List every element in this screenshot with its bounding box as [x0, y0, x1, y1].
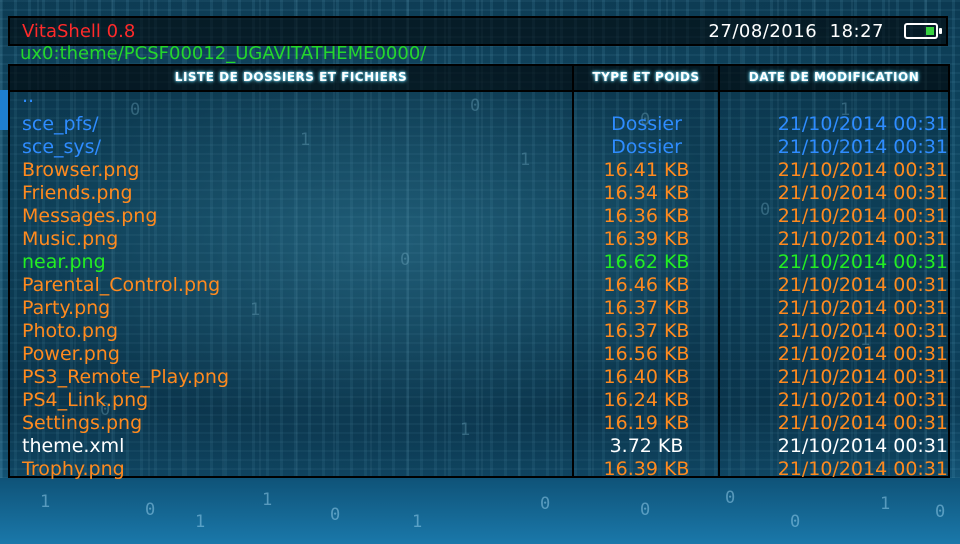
file-name: Settings.png: [22, 412, 143, 434]
file-name: PS3_Remote_Play.png: [22, 366, 230, 388]
parent-directory-entry[interactable]: ..: [10, 85, 948, 113]
file-type-size: 16.40 KB: [603, 366, 690, 388]
file-modified-date: 21/10/2014 00:31: [777, 182, 948, 204]
file-browser-panel: LISTE DE DOSSIERS ET FICHIERS TYPE ET PO…: [8, 64, 950, 481]
file-row[interactable]: near.png 16.62 KB 21/10/2014 00:31: [10, 251, 948, 274]
file-type-size: 16.39 KB: [603, 458, 690, 480]
file-modified-date: 21/10/2014 00:31: [777, 159, 948, 181]
file-row[interactable]: Trophy.png 16.39 KB 21/10/2014 00:31: [10, 458, 948, 481]
file-type-size: 16.37 KB: [603, 320, 690, 342]
file-modified-date: 21/10/2014 00:31: [777, 251, 948, 273]
column-header-date[interactable]: DATE DE MODIFICATION: [720, 70, 948, 84]
file-modified-date: 21/10/2014 00:31: [777, 297, 948, 319]
folder-row[interactable]: sce_sys/Dossier 21/10/2014 00:31: [10, 136, 948, 159]
file-type-size: 16.46 KB: [603, 274, 690, 296]
file-name: Power.png: [22, 343, 120, 365]
app-title: VitaShell 0.8: [22, 21, 136, 42]
status-bar: VitaShell 0.8 27/08/2016 18:27: [8, 16, 948, 46]
file-name: Music.png: [22, 228, 119, 250]
file-name: Browser.png: [22, 159, 140, 181]
date-label: 27/08/2016: [708, 21, 818, 42]
column-header-type[interactable]: TYPE ET POIDS: [574, 70, 718, 84]
file-modified-date: 21/10/2014 00:31: [777, 320, 948, 342]
file-type-size: 16.37 KB: [603, 297, 690, 319]
file-name: sce_sys/: [22, 136, 101, 158]
column-header-name[interactable]: LISTE DE DOSSIERS ET FICHIERS: [10, 70, 572, 84]
file-row[interactable]: Music.png 16.39 KB 21/10/2014 00:31: [10, 228, 948, 251]
folder-row[interactable]: sce_pfs/Dossier 21/10/2014 00:31: [10, 113, 948, 136]
file-modified-date: 21/10/2014 00:31: [777, 228, 948, 250]
file-type-size: 16.24 KB: [603, 389, 690, 411]
file-modified-date: 21/10/2014 00:31: [777, 343, 948, 365]
file-row[interactable]: Photo.png 16.37 KB 21/10/2014 00:31: [10, 320, 948, 343]
file-type-size: Dossier: [611, 113, 682, 135]
file-row[interactable]: PS4_Link.png 16.24 KB 21/10/2014 00:31: [10, 389, 948, 412]
file-row[interactable]: Friends.png 16.34 KB 21/10/2014 00:31: [10, 182, 948, 205]
file-modified-date: 21/10/2014 00:31: [777, 458, 948, 480]
file-modified-date: 21/10/2014 00:31: [777, 366, 948, 388]
file-row[interactable]: Party.png 16.37 KB 21/10/2014 00:31: [10, 297, 948, 320]
file-type-size: Dossier: [611, 136, 682, 158]
file-row[interactable]: Parental_Control.png 16.46 KB 21/10/2014 0…: [10, 274, 948, 297]
current-path: ux0:theme/PCSF00012_UGAVITATHEME0000/: [20, 43, 427, 64]
file-modified-date: 21/10/2014 00:31: [777, 435, 948, 457]
scroll-indicator: [0, 90, 8, 130]
file-name: sce_pfs/: [22, 113, 99, 135]
file-name: Trophy.png: [22, 458, 125, 480]
column-headers: LISTE DE DOSSIERS ET FICHIERS TYPE ET PO…: [10, 66, 948, 92]
file-name: Friends.png: [22, 182, 133, 204]
file-name: Party.png: [22, 297, 111, 319]
file-modified-date: 21/10/2014 00:31: [777, 205, 948, 227]
file-name: Parental_Control.png: [22, 274, 221, 296]
file-type-size: 16.36 KB: [603, 205, 690, 227]
time-label: 18:27: [829, 21, 884, 42]
file-modified-date: 21/10/2014 00:31: [777, 274, 948, 296]
file-name: Messages.png: [22, 205, 158, 227]
file-name: theme.xml: [22, 435, 125, 457]
battery-fill: [926, 27, 934, 35]
file-type-size: 16.39 KB: [603, 228, 690, 250]
clock: 27/08/2016 18:27: [708, 21, 884, 42]
file-type-size: 16.62 KB: [603, 251, 690, 273]
file-modified-date: 21/10/2014 00:31: [777, 113, 948, 135]
file-row[interactable]: Messages.png 16.36 KB 21/10/2014 00:31: [10, 205, 948, 228]
file-row[interactable]: theme.xml 3.72 KB 21/10/2014 00:31: [10, 435, 948, 458]
file-type-size: 16.34 KB: [603, 182, 690, 204]
battery-icon: [904, 23, 942, 39]
file-row[interactable]: Power.png 16.56 KB 21/10/2014 00:31: [10, 343, 948, 366]
file-modified-date: 21/10/2014 00:31: [777, 412, 948, 434]
file-type-size: 16.19 KB: [603, 412, 690, 434]
file-type-size: 16.56 KB: [603, 343, 690, 365]
file-row[interactable]: PS3_Remote_Play.png 16.40 KB 21/10/2014 00…: [10, 366, 948, 389]
parent-directory-label: ..: [22, 85, 35, 107]
file-modified-date: 21/10/2014 00:31: [777, 389, 948, 411]
file-row[interactable]: Settings.png 16.19 KB 21/10/2014 00:31: [10, 412, 948, 435]
file-type-size: 3.72 KB: [609, 435, 684, 457]
file-name: Photo.png: [22, 320, 119, 342]
file-name: near.png: [22, 251, 106, 273]
file-row[interactable]: Browser.png 16.41 KB 21/10/2014 00:31: [10, 159, 948, 182]
file-name: PS4_Link.png: [22, 389, 149, 411]
file-type-size: 16.41 KB: [603, 159, 690, 181]
file-modified-date: 21/10/2014 00:31: [777, 136, 948, 158]
